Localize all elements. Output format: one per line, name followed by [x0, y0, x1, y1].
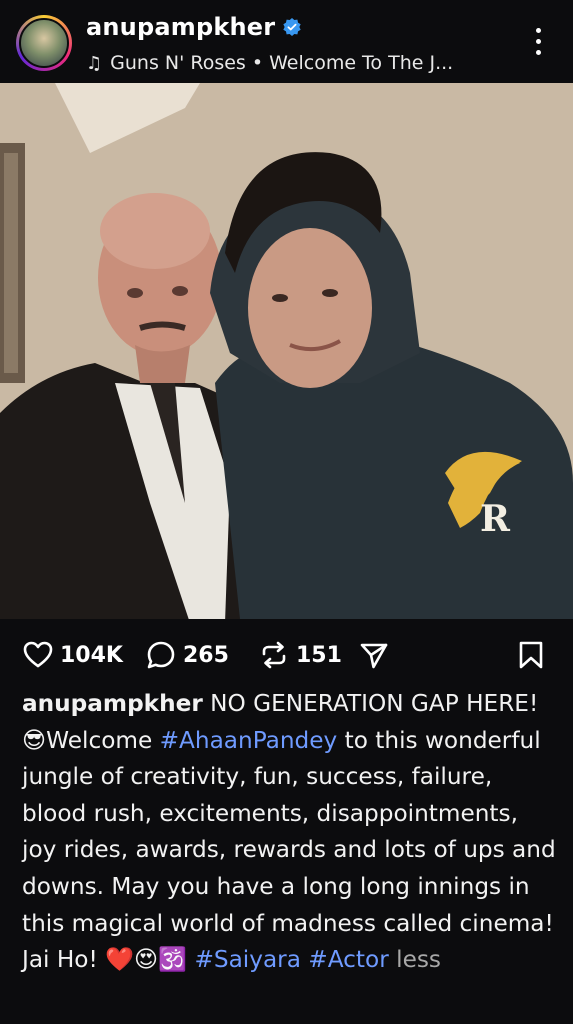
- repost-icon: [262, 641, 286, 669]
- post-header: anupampkher ♫ Guns N' Roses • Welcome To…: [0, 0, 573, 83]
- caption-username[interactable]: anupampkher: [22, 690, 203, 717]
- action-bar: 104K 265 151: [0, 620, 573, 690]
- music-text: Guns N' Roses • Welcome To The J...: [110, 52, 454, 74]
- comment-button[interactable]: 265: [145, 638, 229, 672]
- username-row: anupampkher: [86, 13, 301, 41]
- less-toggle[interactable]: less: [396, 946, 441, 973]
- dot-icon: [535, 50, 541, 55]
- comment-count[interactable]: 265: [183, 643, 229, 668]
- like-button[interactable]: 104K: [22, 638, 123, 672]
- svg-text:R: R: [480, 498, 511, 540]
- repost-button[interactable]: 151: [258, 638, 342, 672]
- caption-text: to this wonderful jungle of creativity, …: [22, 726, 556, 974]
- repost-count[interactable]: 151: [296, 643, 342, 668]
- photo-illustration: R: [0, 83, 573, 619]
- avatar[interactable]: [19, 18, 69, 68]
- comment-icon: [147, 641, 175, 669]
- dot-icon: [535, 39, 541, 44]
- like-count[interactable]: 104K: [60, 643, 123, 668]
- dot-icon: [535, 28, 541, 33]
- story-ring[interactable]: [16, 15, 72, 71]
- post-caption: anupampkher NO GENERATION GAP HERE! 😎Wel…: [22, 686, 558, 979]
- hashtag-link[interactable]: #Actor: [308, 946, 388, 973]
- heart-icon: [23, 641, 53, 668]
- post-photo[interactable]: R: [0, 83, 573, 619]
- more-options-button[interactable]: [528, 28, 548, 62]
- audio-attribution[interactable]: ♫ Guns N' Roses • Welcome To The J...: [86, 52, 453, 74]
- share-button[interactable]: [358, 638, 390, 672]
- verified-badge-icon: [283, 18, 301, 36]
- hashtag-link[interactable]: #Saiyara: [194, 946, 300, 973]
- username[interactable]: anupampkher: [86, 13, 275, 41]
- hashtag-link[interactable]: #AhaanPandey: [160, 727, 338, 754]
- music-note-icon: ♫: [86, 52, 103, 74]
- send-icon: [360, 643, 388, 669]
- save-button[interactable]: [515, 638, 547, 672]
- bookmark-icon: [519, 641, 543, 669]
